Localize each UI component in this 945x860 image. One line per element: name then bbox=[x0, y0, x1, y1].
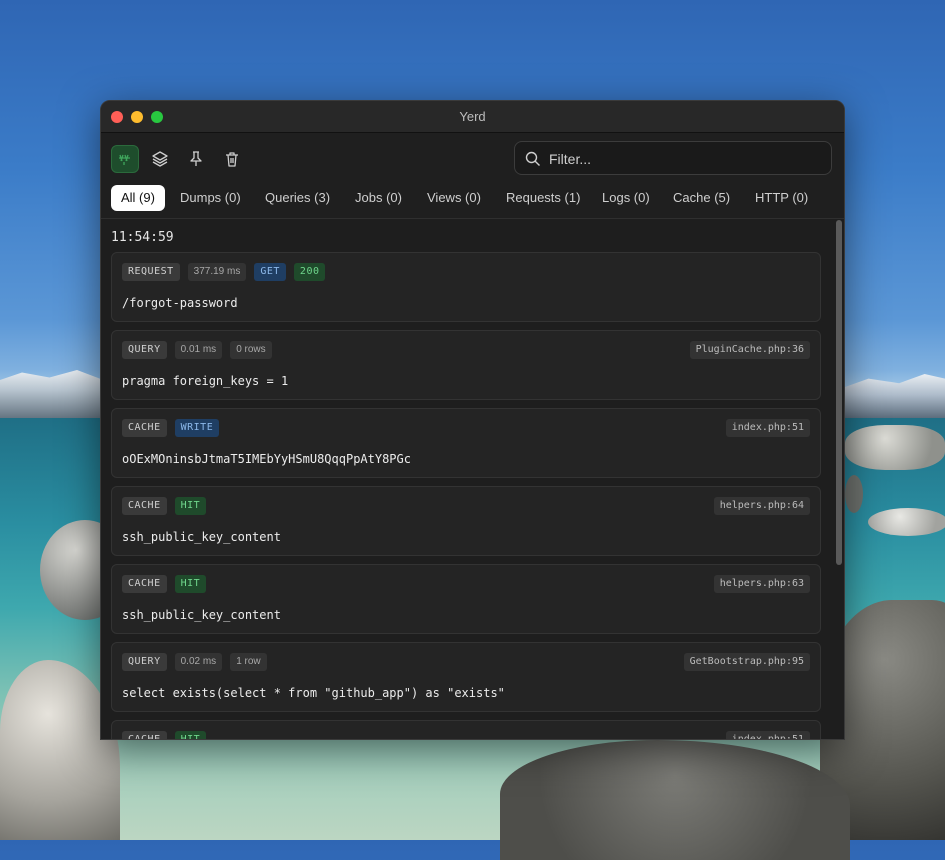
entry-card-cache[interactable]: CACHE HIT helpers.php:63 ssh_public_key_… bbox=[111, 564, 821, 634]
entry-card-cache[interactable]: CACHE HIT helpers.php:64 ssh_public_key_… bbox=[111, 486, 821, 556]
wallpaper-mountains bbox=[843, 374, 945, 420]
entry-type-badge: QUERY bbox=[122, 653, 167, 671]
source-file-badge[interactable]: GetBootstrap.php:95 bbox=[683, 653, 810, 671]
row-count-badge: 0 rows bbox=[230, 341, 272, 359]
entry-content: ssh_public_key_content bbox=[122, 608, 281, 622]
entry-type-badge: CACHE bbox=[122, 731, 167, 739]
source-file-badge[interactable]: helpers.php:64 bbox=[713, 497, 810, 515]
cache-action-badge: HIT bbox=[174, 575, 207, 593]
method-badge: GET bbox=[254, 263, 286, 281]
entry-content: select exists(select * from "github_app"… bbox=[122, 686, 505, 700]
entry-content: ssh_public_key_content bbox=[122, 530, 281, 544]
app-window: Yerd Filter... All (9) Dumps (0) Queries… bbox=[100, 100, 845, 740]
wallpaper-rock bbox=[868, 508, 945, 536]
entry-card-query[interactable]: QUERY 0.01 ms 0 rows PluginCache.php:36 … bbox=[111, 330, 821, 400]
tab-http[interactable]: HTTP (0) bbox=[745, 185, 818, 211]
tab-requests[interactable]: Requests (1) bbox=[496, 185, 590, 211]
cache-action-badge: WRITE bbox=[174, 419, 220, 437]
cache-action-badge: HIT bbox=[174, 731, 207, 739]
status-badge: 200 bbox=[293, 263, 326, 281]
toolbar bbox=[101, 133, 844, 185]
tab-queries[interactable]: Queries (3) bbox=[255, 185, 340, 211]
wallpaper-rock bbox=[845, 475, 863, 513]
wallpaper-rock bbox=[845, 425, 945, 470]
row-count-badge: 1 row bbox=[230, 653, 267, 671]
trash-icon bbox=[226, 152, 238, 167]
layers-icon bbox=[152, 151, 168, 167]
yerd-logo-icon bbox=[119, 154, 130, 165]
pin-icon bbox=[190, 151, 202, 166]
layers-button[interactable] bbox=[146, 145, 174, 173]
tab-jobs[interactable]: Jobs (0) bbox=[345, 185, 412, 211]
entries-list[interactable]: 11:54:59 REQUEST 377.19 ms GET 200 /forg… bbox=[101, 218, 844, 739]
tab-dumps[interactable]: Dumps (0) bbox=[170, 185, 251, 211]
window-title: Yerd bbox=[459, 109, 486, 124]
source-file-badge[interactable]: index.php:51 bbox=[725, 731, 810, 739]
entry-card-query[interactable]: QUERY 0.02 ms 1 row GetBootstrap.php:95 … bbox=[111, 642, 821, 712]
duration-badge: 377.19 ms bbox=[187, 263, 247, 281]
source-file-badge[interactable]: helpers.php:63 bbox=[713, 575, 810, 593]
filter-input[interactable] bbox=[547, 142, 821, 176]
entry-type-badge: REQUEST bbox=[122, 263, 180, 281]
tab-views[interactable]: Views (0) bbox=[417, 185, 491, 211]
entry-type-badge: CACHE bbox=[122, 497, 167, 515]
entry-content: /forgot-password bbox=[122, 296, 238, 310]
wallpaper-mountains bbox=[0, 370, 110, 420]
title-bar[interactable]: Yerd bbox=[101, 101, 844, 133]
entry-type-badge: CACHE bbox=[122, 419, 167, 437]
entry-type-badge: CACHE bbox=[122, 575, 167, 593]
pin-button[interactable] bbox=[182, 145, 210, 173]
source-file-badge[interactable]: PluginCache.php:36 bbox=[689, 341, 810, 359]
duration-badge: 0.02 ms bbox=[174, 653, 223, 671]
yerd-logo-button[interactable] bbox=[111, 145, 139, 173]
entry-card-request[interactable]: REQUEST 377.19 ms GET 200 /forgot-passwo… bbox=[111, 252, 821, 322]
entry-type-badge: QUERY bbox=[122, 341, 167, 359]
tab-cache[interactable]: Cache (5) bbox=[663, 185, 740, 211]
filter-box[interactable] bbox=[514, 141, 832, 176]
entry-content: oOExMOninsbJtmaT5IMEbYyHSmU8QqqPpAtY8PGc bbox=[122, 452, 411, 466]
entry-group-timestamp: 11:54:59 bbox=[111, 230, 174, 245]
source-file-badge[interactable]: index.php:51 bbox=[725, 419, 810, 437]
tab-all[interactable]: All (9) bbox=[111, 185, 165, 211]
tab-logs[interactable]: Logs (0) bbox=[592, 185, 660, 211]
entry-content: pragma foreign_keys = 1 bbox=[122, 374, 289, 388]
cache-action-badge: HIT bbox=[174, 497, 207, 515]
clear-button[interactable] bbox=[218, 145, 246, 173]
entry-card-cache[interactable]: CACHE WRITE index.php:51 oOExMOninsbJtma… bbox=[111, 408, 821, 478]
tab-bar: All (9) Dumps (0) Queries (3) Jobs (0) V… bbox=[101, 185, 844, 219]
duration-badge: 0.01 ms bbox=[174, 341, 223, 359]
scrollbar-thumb[interactable] bbox=[836, 220, 842, 565]
search-icon bbox=[525, 151, 540, 166]
entry-card-cache[interactable]: CACHE HIT index.php:51 bbox=[111, 720, 821, 739]
